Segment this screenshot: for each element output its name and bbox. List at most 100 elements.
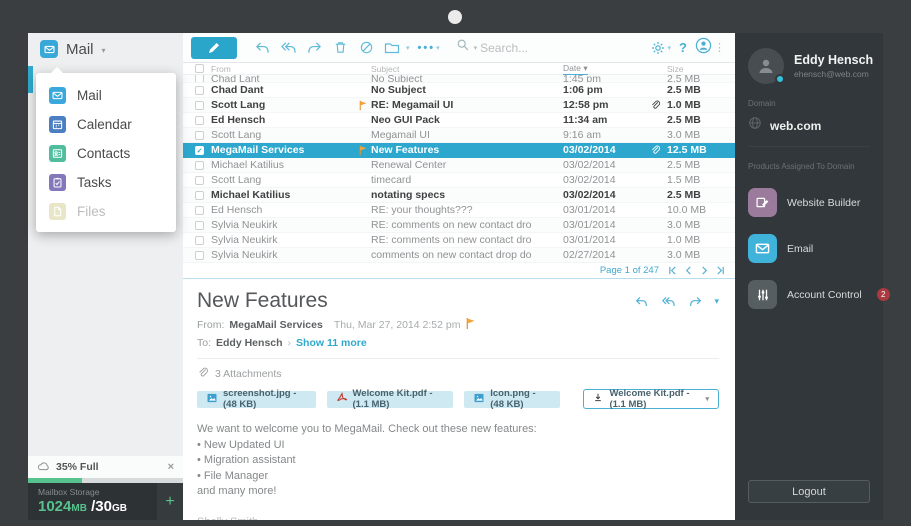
sender-name: MegaMail Services (229, 319, 322, 331)
row-date: 12:58 pm (563, 99, 643, 111)
mail-list-row[interactable]: ✓ Sylvia Neukirk RE: comments on new con… (183, 218, 735, 233)
row-from: Michael Katilius (207, 159, 355, 171)
app-menu-item-label: Files (77, 204, 106, 219)
reply-all-icon[interactable] (660, 295, 677, 308)
attachment-chip[interactable]: Welcome Kit.pdf - (1.1 MB) (327, 391, 454, 408)
more-actions-button[interactable]: ••• ▾ (418, 42, 440, 54)
product-email[interactable]: Email (748, 234, 870, 263)
column-subject[interactable]: Subject (371, 64, 563, 74)
account-panel: Eddy Hensch ehensch@web.com Domain web.c… (735, 33, 883, 520)
search-scope-caret-icon[interactable]: ▾ (474, 44, 478, 52)
row-checkbox[interactable]: ✓ (195, 116, 204, 125)
reply-icon[interactable] (249, 40, 275, 55)
cloud-icon (37, 461, 50, 474)
app-menu-item-contacts[interactable]: Contacts (36, 139, 176, 168)
row-subject: RE: Megamail UI (371, 99, 563, 111)
row-checkbox[interactable]: ✓ (195, 86, 204, 95)
search-icon[interactable] (456, 38, 470, 57)
reply-icon[interactable] (634, 295, 649, 308)
user-name: Eddy Hensch (794, 53, 873, 67)
move-to-folder-button[interactable]: ▾ (379, 41, 410, 55)
toolbar-right: ▾ ? ⋮ (650, 37, 725, 59)
attachment-name: screenshot.jpg - (48 KB) (223, 388, 307, 410)
row-checkbox[interactable]: ✓ (195, 191, 204, 200)
show-more-recipients-link[interactable]: Show 11 more (296, 337, 367, 349)
row-date: 03/02/2014 (563, 189, 643, 201)
row-size: 10.0 MB (667, 204, 719, 216)
reply-all-icon[interactable] (275, 40, 301, 55)
mail-list-row[interactable]: ✓ Sylvia Neukirk RE: comments on new con… (183, 233, 735, 248)
row-date: 03/01/2014 (563, 204, 643, 216)
row-checkbox[interactable]: ✓ (195, 75, 204, 83)
flag-icon[interactable] (465, 317, 476, 333)
flag-icon (355, 100, 371, 111)
download-attachment-button[interactable]: Welcome Kit.pdf - (1.1 MB)▾ (583, 389, 719, 409)
mail-list-row[interactable]: ✓ Scott Lang timecard 03/02/2014 1.5 MB (183, 173, 735, 188)
attachment-name: Welcome Kit.pdf - (1.1 MB) (353, 388, 445, 410)
close-icon[interactable]: × (168, 461, 174, 473)
attachment-name: Icon.png - (48 KB) (490, 388, 551, 410)
mail-list-row[interactable]: ✓ Ed Hensch RE: your thoughts??? 03/01/2… (183, 203, 735, 218)
mail-list-row[interactable]: ✓ MegaMail Services New Features 03/02/2… (183, 143, 735, 158)
mail-list-row[interactable]: ✓ Sylvia Neukirk comments on new contact… (183, 248, 735, 263)
product-website-builder[interactable]: Website Builder (748, 188, 870, 217)
help-button[interactable]: ? (673, 40, 693, 55)
row-checkbox[interactable]: ✓ (195, 251, 204, 260)
mail-list-row[interactable]: ✓ Chad Dant No Subject 1:06 pm 2.5 MB (183, 83, 735, 98)
app-menu-item-icon (49, 174, 66, 191)
account-menu-dots-icon[interactable]: ⋮ (714, 41, 725, 54)
last-page-icon[interactable] (716, 266, 725, 275)
domain-row[interactable]: web.com (748, 116, 870, 147)
app-menu-item-mail[interactable]: Mail (36, 81, 176, 110)
from-label: From: (197, 319, 224, 331)
row-checkbox[interactable]: ✓ (195, 206, 204, 215)
settings-button[interactable]: ▾ (650, 40, 671, 56)
mail-list-row[interactable]: ✓ Michael Katilius notating specs 03/02/… (183, 188, 735, 203)
app-switcher[interactable]: Mail ▾ (28, 33, 183, 65)
app-menu-item-files[interactable]: Files (36, 197, 176, 226)
block-spam-icon[interactable] (353, 40, 379, 55)
mail-list-row[interactable]: ✓ Chad Lant No Subject 1:45 pm 2.5 MB (183, 75, 735, 83)
row-checkbox[interactable]: ✓ (195, 146, 204, 155)
row-from: Chad Dant (207, 84, 355, 96)
forward-icon[interactable] (301, 40, 327, 55)
storage-used: 1024 (38, 498, 71, 515)
product-icon (748, 280, 777, 309)
product-label: Account Control (787, 289, 862, 301)
app-menu-item-calendar[interactable]: Calendar (36, 110, 176, 139)
app-menu-item-icon (49, 203, 66, 220)
first-page-icon[interactable] (668, 266, 677, 275)
row-size: 2.5 MB (667, 189, 719, 201)
row-checkbox[interactable]: ✓ (195, 161, 204, 170)
account-icon[interactable] (695, 37, 712, 59)
message-actions: ▾ (634, 289, 719, 308)
logout-button[interactable]: Logout (748, 480, 870, 503)
forward-icon[interactable] (688, 295, 703, 308)
attachment-chip[interactable]: Icon.png - (48 KB) (464, 391, 560, 408)
mail-list-row[interactable]: ✓ Scott Lang Megamail UI 9:16 am 3.0 MB (183, 128, 735, 143)
app-menu-item-tasks[interactable]: Tasks (36, 168, 176, 197)
storage-title: Mailbox Storage (38, 487, 157, 497)
delete-icon[interactable] (327, 40, 353, 55)
mail-list-row[interactable]: ✓ Scott Lang RE: Megamail UI 12:58 pm 1.… (183, 98, 735, 113)
row-checkbox[interactable]: ✓ (195, 221, 204, 230)
select-all-checkbox[interactable] (195, 64, 204, 73)
mail-list-row[interactable]: ✓ Ed Hensch Neo GUI Pack 11:34 am 2.5 MB (183, 113, 735, 128)
attachment-chip[interactable]: screenshot.jpg - (48 KB) (197, 391, 316, 408)
row-checkbox[interactable]: ✓ (195, 236, 204, 245)
mail-list-row[interactable]: ✓ Michael Katilius Renewal Center 03/02/… (183, 158, 735, 173)
column-date[interactable]: Date ▾ (563, 63, 643, 74)
row-checkbox[interactable]: ✓ (195, 131, 204, 140)
column-size[interactable]: Size (667, 64, 719, 74)
search-input[interactable] (480, 41, 600, 55)
row-checkbox[interactable]: ✓ (195, 176, 204, 185)
column-from[interactable]: From (207, 64, 355, 74)
next-page-icon[interactable] (700, 266, 709, 275)
compose-button[interactable] (191, 37, 237, 59)
add-storage-button[interactable]: + (157, 483, 183, 520)
collapse-preview-icon[interactable]: ▾ (714, 296, 719, 307)
row-checkbox[interactable]: ✓ (195, 101, 204, 110)
product-account-control[interactable]: Account Control 2 (748, 280, 870, 309)
prev-page-icon[interactable] (684, 266, 693, 275)
folder-icon (379, 41, 405, 55)
